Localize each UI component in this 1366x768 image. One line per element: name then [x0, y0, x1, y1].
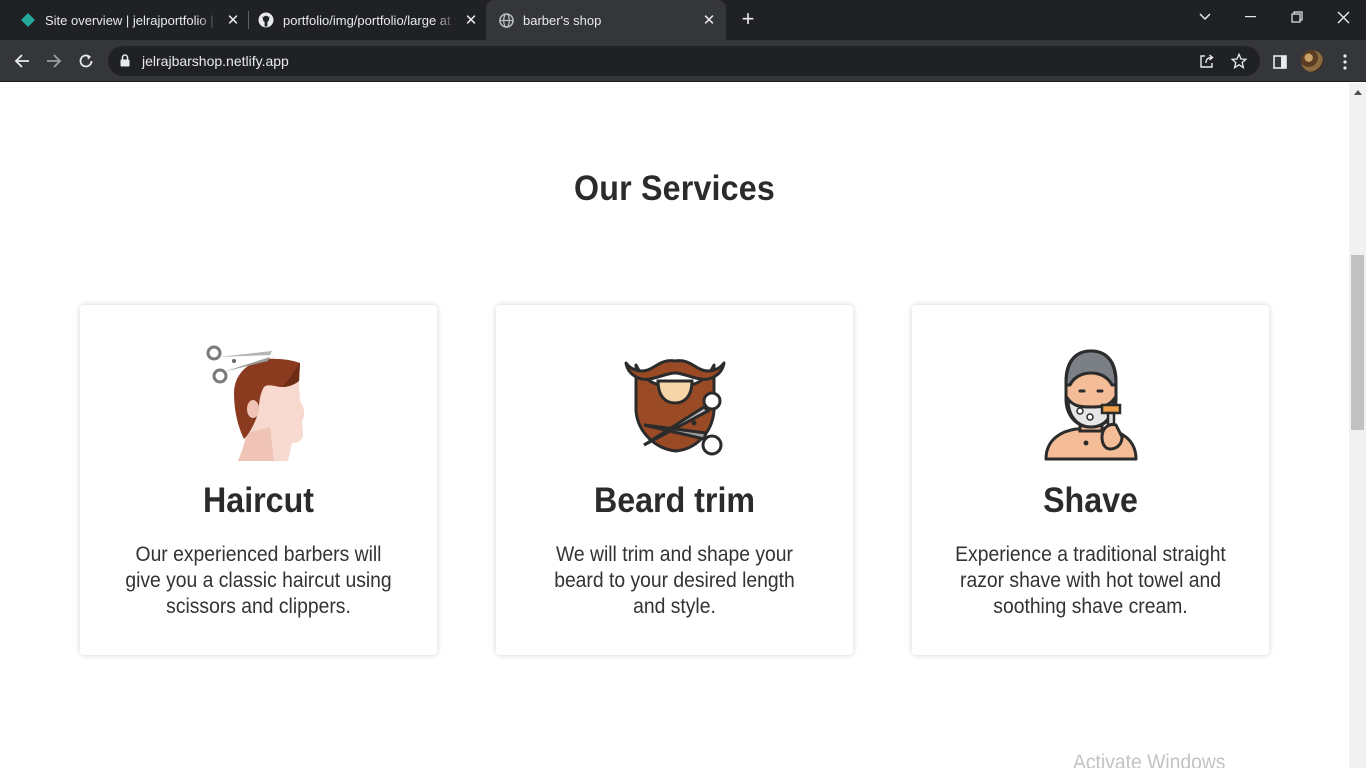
- activate-windows-watermark: Activate Windows: [1073, 751, 1226, 768]
- url-text: jelrajbarshop.netlify.app: [142, 53, 289, 69]
- tab-strip: Site overview | jelrajportfolio | Netlif…: [0, 0, 1366, 40]
- profile-avatar[interactable]: [1301, 50, 1323, 72]
- tab-separator: [248, 11, 249, 29]
- service-name: Beard trim: [593, 481, 756, 520]
- haircut-icon: [206, 345, 304, 461]
- scrollbar-thumb[interactable]: [1351, 255, 1364, 430]
- reload-icon[interactable]: [73, 48, 99, 74]
- service-description: Experience a traditional straight razor …: [955, 543, 1226, 618]
- service-name: Haircut: [203, 481, 314, 520]
- bookmark-star-icon[interactable]: [1231, 53, 1247, 69]
- tab-title: portfolio/img/portfolio/large at main: [283, 12, 456, 28]
- service-card-beard-trim: Beard trim We will trim and shape your b…: [496, 305, 853, 655]
- service-name: Shave: [1043, 481, 1138, 520]
- close-tab-icon[interactable]: ✕: [224, 11, 242, 29]
- beard-trim-icon: [624, 359, 725, 456]
- side-panel-icon[interactable]: [1270, 52, 1290, 72]
- page-viewport: Our Services Haircut Our experienced bar…: [0, 83, 1349, 768]
- service-card-haircut: Haircut Our experienced barbers will giv…: [80, 305, 437, 655]
- restore-icon[interactable]: [1274, 0, 1320, 34]
- services-heading: Our Services: [574, 169, 775, 208]
- lock-icon[interactable]: [120, 54, 130, 72]
- address-bar[interactable]: jelrajbarshop.netlify.app: [108, 46, 1260, 76]
- share-icon[interactable]: [1199, 53, 1215, 69]
- shave-icon: [1044, 349, 1137, 461]
- service-description: Our experienced barbers will give you a …: [125, 543, 392, 618]
- tab-search-icon[interactable]: [1182, 0, 1228, 34]
- service-card-shave: Shave Experience a traditional straight …: [912, 305, 1269, 655]
- tab-title: barber's shop: [523, 12, 602, 28]
- github-icon: [258, 12, 274, 28]
- tab-github[interactable]: portfolio/img/portfolio/large at main ✕: [250, 0, 484, 40]
- forward-icon[interactable]: [41, 48, 67, 74]
- tab-netlify[interactable]: Site overview | jelrajportfolio | Netlif…: [12, 0, 246, 40]
- globe-icon: [498, 12, 514, 28]
- close-tab-icon[interactable]: ✕: [462, 11, 480, 29]
- new-tab-icon[interactable]: +: [736, 8, 760, 32]
- scroll-up-arrow-icon[interactable]: [1349, 85, 1366, 99]
- close-window-icon[interactable]: [1320, 0, 1366, 34]
- minimize-icon[interactable]: [1228, 0, 1274, 34]
- tab-barbers-shop[interactable]: barber's shop ✕: [486, 0, 726, 40]
- tab-title: Site overview | jelrajportfolio | Netlif…: [45, 12, 218, 28]
- close-tab-icon[interactable]: ✕: [700, 11, 718, 29]
- more-menu-icon[interactable]: [1335, 52, 1355, 72]
- back-icon[interactable]: [9, 48, 35, 74]
- service-description: We will trim and shape your beard to you…: [554, 543, 795, 618]
- netlify-icon: [20, 12, 36, 28]
